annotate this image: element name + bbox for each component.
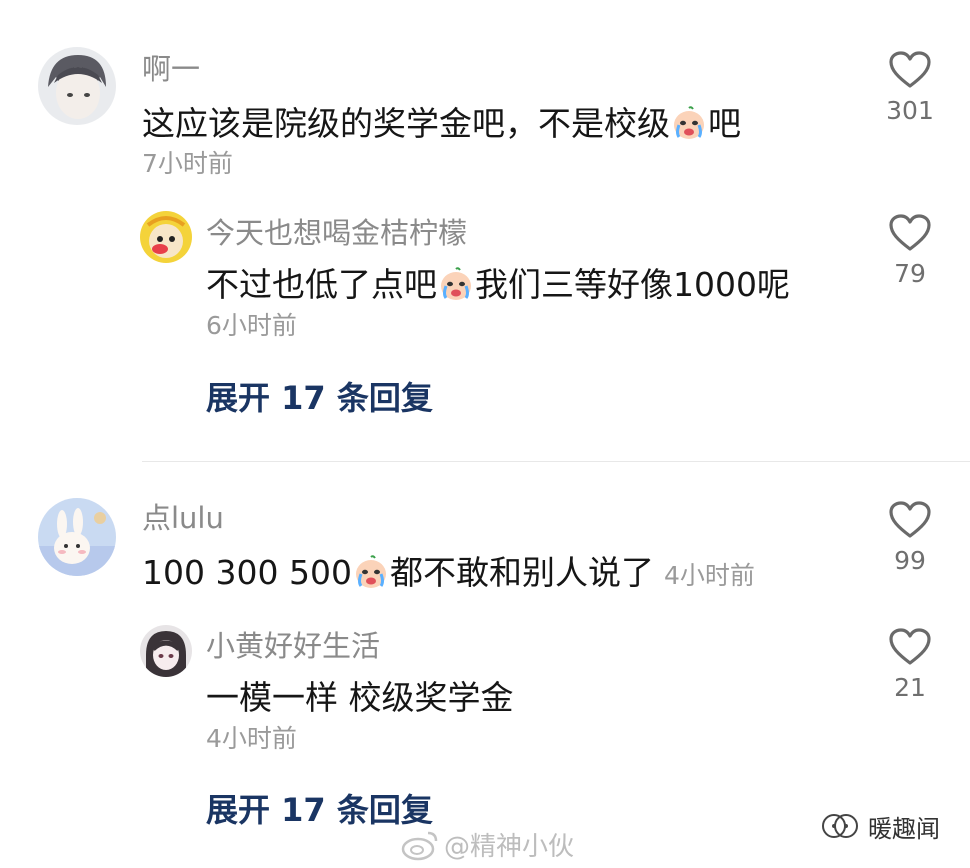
comment-username[interactable]: 点lulu	[142, 500, 224, 536]
reply-text: 一模一样 校级奖学金	[206, 678, 514, 717]
like-count: 21	[894, 673, 926, 702]
reply-username[interactable]: 小黄好好生活	[206, 628, 380, 664]
expand-replies-button[interactable]: 展开 17 条回复	[206, 790, 433, 830]
weibo-logo-icon	[401, 831, 438, 860]
like-button[interactable]: 99	[865, 500, 955, 576]
comment-text-part: 这应该是院级的奖学金吧，不是校级	[142, 104, 670, 143]
crying-face-emoji-icon	[671, 105, 707, 141]
like-count: 301	[886, 96, 934, 125]
comment-username[interactable]: 啊一	[142, 51, 200, 87]
comment-text: 100 300 500 都不敢和别人说了 4小时前	[142, 552, 755, 597]
crying-face-emoji-icon	[438, 266, 474, 302]
avatar-xiaohuang[interactable]	[140, 625, 192, 677]
reply-text-part: 不过也低了点吧	[206, 265, 437, 304]
reply-username[interactable]: 今天也想喝金桔柠檬	[206, 215, 467, 251]
section-divider	[142, 461, 970, 462]
comment-text: 这应该是院级的奖学金吧，不是校级吧	[142, 103, 741, 145]
like-button[interactable]: 21	[865, 627, 955, 703]
like-button[interactable]: 301	[865, 50, 955, 126]
comment-time: 4小时前	[663, 561, 755, 590]
watermark-text: @精神小伙	[444, 832, 575, 862]
avatar-dianlulu[interactable]	[38, 498, 116, 576]
expand-replies-button[interactable]: 展开 17 条回复	[206, 378, 433, 418]
source-name: 暖趣闻	[868, 814, 940, 843]
wechat-channel-icon	[822, 814, 858, 838]
like-count: 99	[894, 546, 926, 575]
crying-face-emoji-icon	[353, 554, 389, 590]
heart-outline-icon	[889, 51, 931, 88]
heart-outline-icon	[889, 501, 931, 538]
heart-outline-icon	[889, 628, 931, 665]
reply-text-part: 我们三等好像1000呢	[475, 265, 790, 304]
avatar-jinju[interactable]	[140, 211, 192, 263]
like-button[interactable]: 79	[865, 213, 955, 289]
like-count: 79	[894, 259, 926, 288]
heart-outline-icon	[889, 214, 931, 251]
comment-text-part: 都不敢和别人说了	[389, 553, 654, 592]
avatar-ayi[interactable]	[38, 47, 116, 125]
source-badge: 暖趣闻	[820, 808, 940, 844]
comment-time: 7小时前	[142, 149, 233, 178]
weibo-watermark: @精神小伙	[400, 826, 574, 863]
reply-time: 6小时前	[206, 311, 297, 340]
comment-text-part: 100 300 500	[142, 553, 352, 592]
reply-text: 不过也低了点吧 我们三等好像1000呢	[206, 264, 790, 306]
comment-text-part: 吧	[708, 104, 741, 143]
reply-time: 4小时前	[206, 724, 297, 753]
